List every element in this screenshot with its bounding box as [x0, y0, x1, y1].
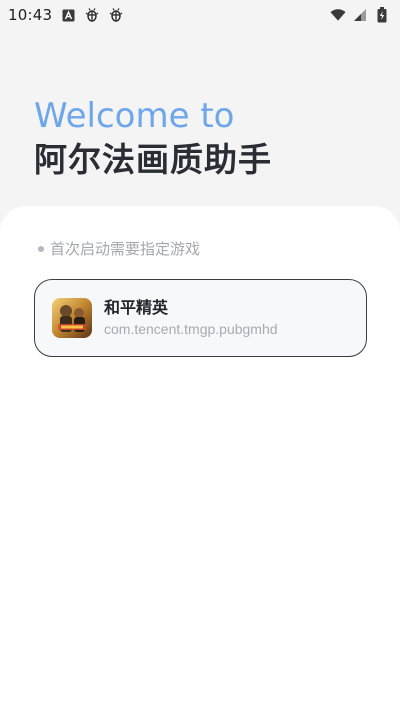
wifi-icon: [330, 7, 346, 23]
header: Welcome to 阿尔法画质助手: [34, 96, 272, 182]
game-card[interactable]: 和平精英 com.tencent.tmgp.pubgmhd: [34, 279, 367, 357]
game-text: 和平精英 com.tencent.tmgp.pubgmhd: [104, 297, 278, 339]
bug-icon: [108, 7, 124, 23]
battery-icon: [374, 7, 390, 23]
bug-icon: [84, 7, 100, 23]
signal-icon: [352, 7, 368, 23]
game-app-icon: [52, 298, 92, 338]
status-left: 10:43: [8, 6, 124, 24]
game-name: 和平精英: [104, 298, 169, 317]
a-badge-icon: [60, 7, 76, 23]
hint-text: 首次启动需要指定游戏: [50, 240, 201, 258]
welcome-text: Welcome to: [34, 96, 235, 136]
status-time: 10:43: [8, 6, 53, 24]
status-right: [330, 7, 390, 23]
bullet-dot-icon: [38, 245, 44, 252]
status-bar: 10:43: [0, 0, 400, 30]
game-package-name: com.tencent.tmgp.pubgmhd: [104, 321, 278, 337]
content-sheet: 首次启动需要指定游戏 和平精英 com.tencent.tmgp.pubgmhd: [0, 206, 400, 712]
app-title: 阿尔法画质助手: [34, 140, 272, 179]
first-launch-hint: 首次启动需要指定游戏: [38, 238, 200, 259]
